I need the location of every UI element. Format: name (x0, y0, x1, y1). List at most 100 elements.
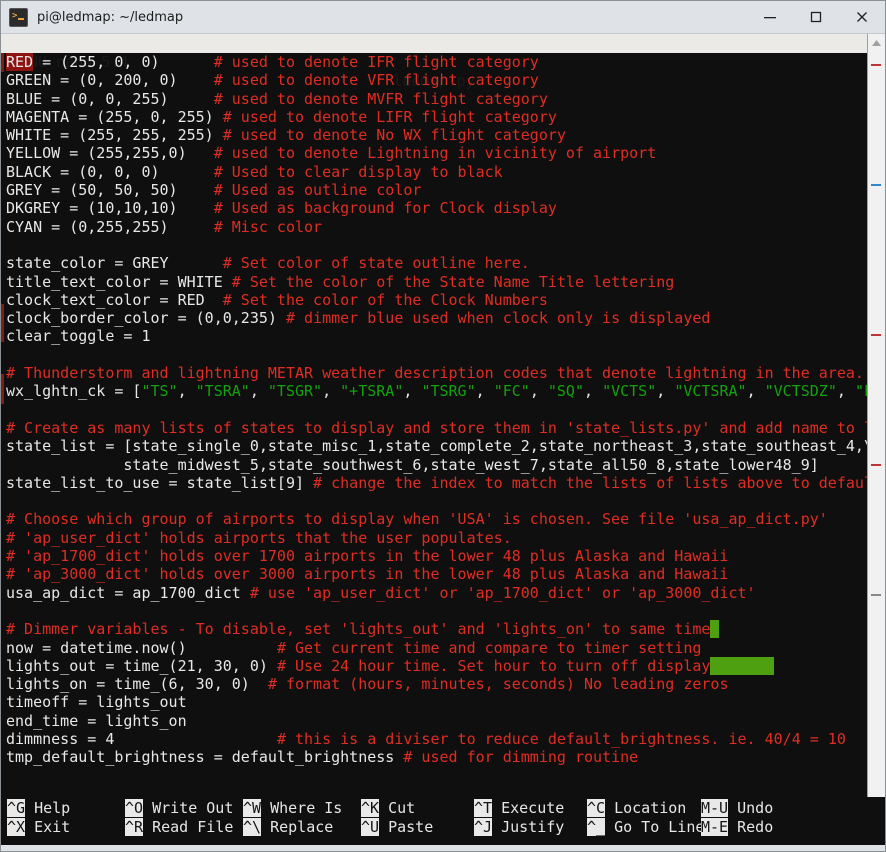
code-text: title_text_color = WHITE (6, 272, 232, 291)
shortcut-write-out[interactable]: ^O Write Out (125, 799, 233, 818)
comment-text: # format (hours, minutes, seconds) No le… (267, 675, 729, 694)
code-line: # Create as many lists of states to disp… (1, 419, 867, 437)
code-line: lights_on = time_(6, 30, 0) # format (ho… (1, 675, 867, 693)
minimize-button[interactable] (747, 2, 793, 33)
code-text: BLUE = (0, 0, 255) (6, 89, 214, 108)
window-titlebar: > pi@ledmap: ~/ledmap (1, 1, 885, 34)
shortcut-read-file[interactable]: ^R Read File (125, 818, 233, 837)
shortcut-label: Undo (728, 799, 774, 817)
comment-text: # Set the color of the State Name Title … (231, 272, 675, 291)
shortcut-redo[interactable]: M-E Redo (701, 818, 773, 837)
code-text: , (322, 382, 341, 401)
shortcut-row: ^X Exit ^R Read File ^\ Replace ^U Paste ^J … (1, 818, 885, 837)
close-button[interactable] (839, 2, 885, 33)
string-literal: "TS" (141, 382, 178, 401)
code-text: wx_lghtn_ck = [ (6, 382, 142, 401)
comment-text: # 'ap_3000_dict' holds over 3000 airport… (6, 565, 729, 584)
code-text: state_color = GREY (6, 254, 223, 273)
shortcut-key: M-E (701, 818, 729, 836)
comment-text: # used to denote No WX flight category (213, 126, 566, 145)
code-line: title_text_color = WHITE # Set the color… (1, 273, 867, 291)
window-bottom-edge (1, 845, 885, 851)
shortcut-key: ^G (7, 799, 26, 817)
shortcut-justify[interactable]: ^J Justify (474, 818, 564, 837)
shortcut-key: ^X (7, 818, 26, 836)
shortcut-key: ^O (125, 799, 144, 817)
shortcut-key: ^W (243, 799, 262, 817)
scroll-tick (871, 64, 881, 66)
shortcut-row: ^G Help ^O Write Out ^W Where Is ^K Cut ^T E… (1, 799, 885, 818)
shortcut-key: M-U (701, 799, 729, 817)
shortcut-replace[interactable]: ^\ Replace (243, 818, 333, 837)
code-line: # Choose which group of airports to disp… (1, 510, 867, 528)
shortcut-execute[interactable]: ^T Execute (474, 799, 564, 818)
shortcut-label: Cut (379, 799, 416, 817)
code-line: tmp_default_brightness = default_brightn… (1, 748, 867, 766)
shortcut-label: Execute (492, 799, 565, 817)
scroll-up-arrow[interactable] (868, 36, 885, 50)
code-text: state_midwest_5,state_southwest_6,state_… (6, 455, 819, 474)
string-literal: "SQ" (547, 382, 584, 401)
shortcut-paste[interactable]: ^U Paste (361, 818, 433, 837)
code-line: dimmness = 4 # this is a diviser to redu… (1, 730, 867, 748)
code-line: BLUE = (0, 0, 255) # used to denote MVFR… (1, 90, 867, 108)
comment-text: # Dimmer variables - To disable, set 'li… (6, 620, 711, 639)
code-line: wx_lghtn_ck = ["TS", "TSRA", "TSGR", "+T… (1, 382, 867, 400)
shortcut-where-is[interactable]: ^W Where Is (243, 799, 342, 818)
code-text: WHITE = (255, 255, 255) (6, 126, 214, 145)
shortcut-key: ^J (474, 818, 493, 836)
code-text-area[interactable]: RED = (255, 0, 0) # used to denote IFR f… (1, 53, 867, 797)
code-line: # 'ap_1700_dict' holds over 1700 airport… (1, 547, 867, 565)
code-line: state_midwest_5,state_southwest_6,state_… (1, 456, 867, 474)
code-line: DKGREY = (10,10,10) # Used as background… (1, 199, 867, 217)
string-literal: "TSGR" (267, 382, 323, 401)
string-literal: "+TSRA" (340, 382, 404, 401)
shortcut-location[interactable]: ^C Location (587, 799, 686, 818)
code-line: GREY = (50, 50, 50) # Used as outline co… (1, 181, 867, 199)
code-line: WHITE = (255, 255, 255) # used to denote… (1, 126, 867, 144)
code-line: end_time = lights_on (1, 712, 867, 730)
comment-text: # Set color of state outline here. (222, 254, 530, 273)
comment-text: # use 'ap_user_dict' or 'ap_1700_dict' o… (249, 583, 756, 602)
code-text: , (746, 382, 765, 401)
code-line: MAGENTA = (255, 0, 255) # used to denote… (1, 108, 867, 126)
comment-text: # Use 24 hour time. Set hour to turn off… (276, 656, 711, 675)
shortcut-help[interactable]: ^G Help (7, 799, 70, 818)
comment-text: # 'ap_user_dict' holds airports that the… (6, 528, 512, 547)
code-text: end_time = lights_on (6, 711, 187, 730)
shortcut-go-to-line[interactable]: ^_ Go To Line (587, 818, 704, 837)
comment-text: # Used to clear display to black (213, 162, 503, 181)
code-text: lights_out = time_(21, 30, 0) (6, 656, 277, 675)
code-text: DKGREY = (10,10,10) (6, 199, 214, 218)
shortcut-label: Where Is (261, 799, 343, 817)
shortcut-undo[interactable]: M-U Undo (701, 799, 773, 818)
shortcut-key: ^\ (243, 818, 262, 836)
shortcut-exit[interactable]: ^X Exit (7, 818, 70, 837)
scroll-tick (871, 184, 881, 186)
code-text: , (403, 382, 422, 401)
code-text: , (529, 382, 548, 401)
comment-text: # used to denote LIFR flight category (213, 107, 557, 126)
code-text: BLACK = (0, 0, 0) (6, 162, 214, 181)
shortcut-key: ^T (474, 799, 493, 817)
comment-text: # used to denote IFR flight category (213, 53, 539, 71)
code-text: YELLOW = (255,255,0) (6, 144, 214, 163)
shortcut-cut[interactable]: ^K Cut (361, 799, 415, 818)
comment-text: # 'ap_1700_dict' holds over 1700 airport… (6, 547, 729, 566)
nano-editor[interactable]: GNU nano 5.4 ledmap.py RED = (255, 0, 0)… (1, 34, 867, 797)
shortcut-label: Redo (728, 818, 774, 836)
code-text: state_list = [state_single_0,state_misc_… (6, 437, 867, 456)
shortcut-label: Exit (25, 818, 71, 836)
shortcut-key: ^U (361, 818, 380, 836)
code-line: CYAN = (0,255,255) # Misc color (1, 218, 867, 236)
shortcut-label: Write Out (143, 799, 234, 817)
string-literal: "FC" (493, 382, 530, 401)
terminal-area: GNU nano 5.4 ledmap.py RED = (255, 0, 0)… (1, 34, 885, 797)
vertical-scrollbar[interactable] (867, 34, 885, 797)
code-line: timeoff = lights_out (1, 693, 867, 711)
comment-text: # used to denote Lightning in vicinity o… (213, 144, 657, 163)
maximize-button[interactable] (793, 2, 839, 33)
